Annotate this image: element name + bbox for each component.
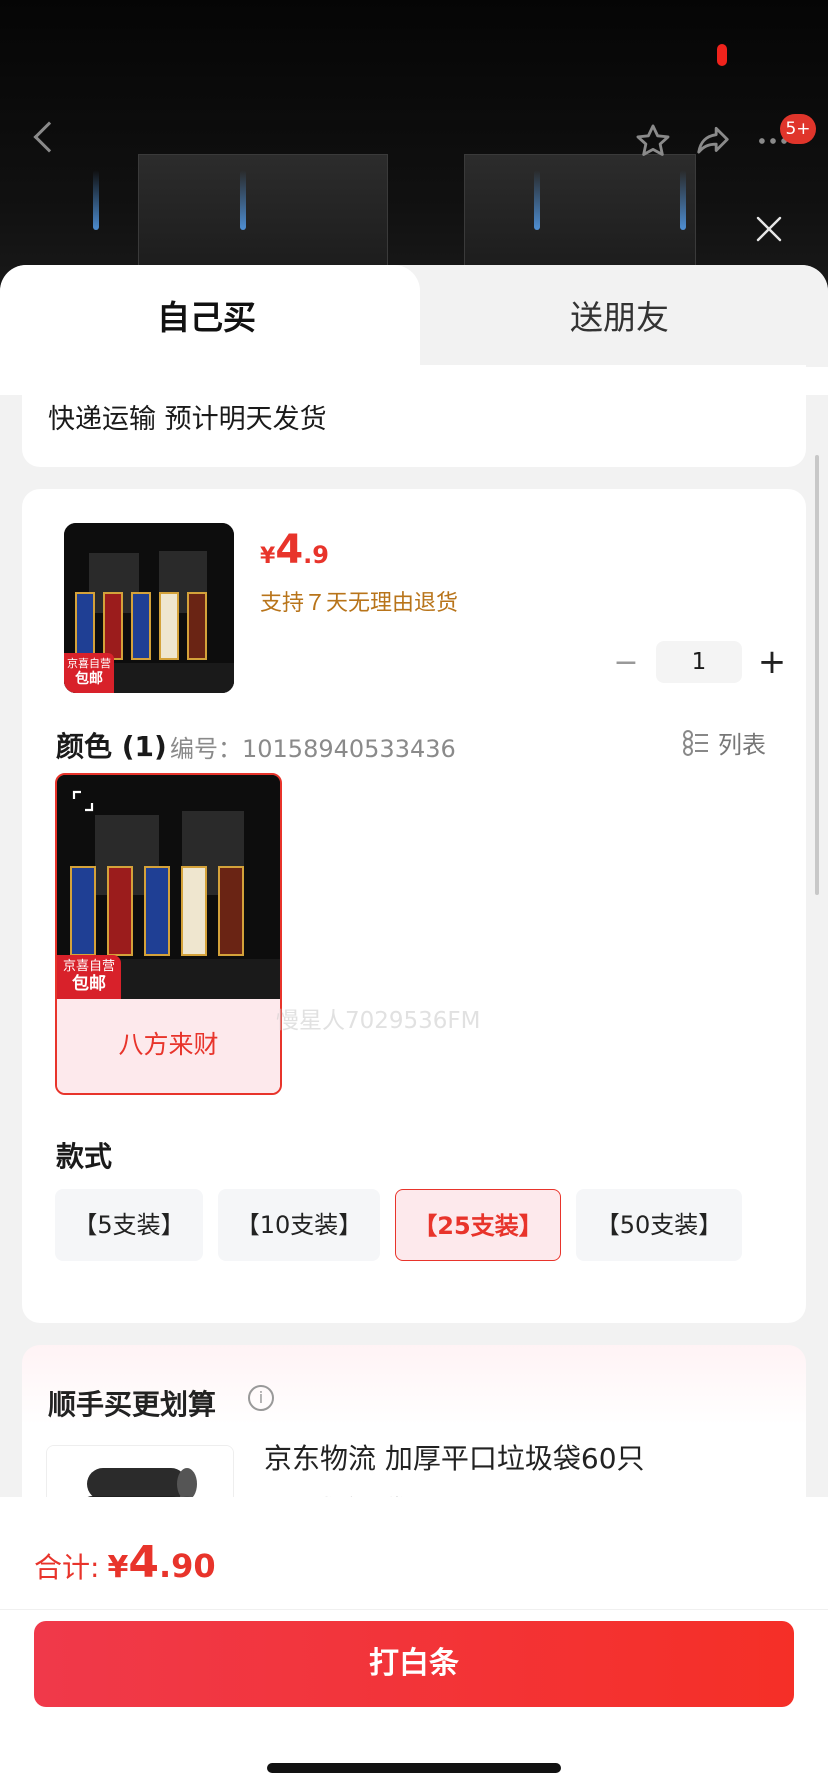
pay-with-baitiao-button[interactable]: 打白条 xyxy=(34,1621,794,1707)
tag-bottom-text: 包邮 xyxy=(75,671,103,687)
tag-top-text: 京喜自营 xyxy=(67,657,111,670)
quantity-stepper: − 1 + xyxy=(606,641,792,683)
price-currency: ¥ xyxy=(260,544,276,569)
product-card: 京喜自营 包邮 ¥4.9 支持７天无理由退货 − 1 + 颜色 (1) 编号：1… xyxy=(22,489,806,1323)
color-option-label: 八方来财 xyxy=(57,999,280,1093)
price-integer: 4 xyxy=(275,527,304,573)
watermark: 慢星人7029536FM xyxy=(276,1008,481,1034)
style-options: 【5支装】 【10支装】 【25支装】 【50支装】 xyxy=(55,1189,742,1261)
share-icon[interactable] xyxy=(694,122,732,160)
list-view-toggle[interactable]: 列表 xyxy=(682,725,766,760)
self-operated-tag: 京喜自营 包邮 xyxy=(57,955,121,999)
scrollbar[interactable] xyxy=(815,455,819,895)
tab-buy-self[interactable]: 自己买 xyxy=(0,265,420,375)
quantity-input[interactable]: 1 xyxy=(656,641,742,683)
total-currency: ¥ xyxy=(107,1550,129,1585)
product-thumbnail[interactable]: 京喜自营 包邮 xyxy=(64,523,234,693)
total-label: 合计: xyxy=(34,1551,100,1584)
close-icon[interactable] xyxy=(753,213,785,245)
color-option-image: 京喜自营 包邮 xyxy=(57,775,280,999)
price-decimal: .9 xyxy=(303,541,329,569)
total-integer: 4 xyxy=(128,1537,159,1588)
background-box xyxy=(138,154,388,274)
color-section-title: 颜色 (1) xyxy=(56,730,167,763)
home-indicator[interactable] xyxy=(267,1763,561,1773)
add-on-title: 顺手买更划算 xyxy=(48,1388,217,1421)
checkout-bar: 合计: ¥4.90 打白条 xyxy=(0,1497,828,1792)
divider xyxy=(0,1609,828,1610)
message-badge: 5+ xyxy=(780,114,816,144)
quantity-decrease-button[interactable]: − xyxy=(606,645,646,680)
flame-glow xyxy=(93,170,99,230)
tag-bottom-text: 包邮 xyxy=(72,974,106,994)
list-icon xyxy=(683,729,708,756)
style-option[interactable]: 【50支装】 xyxy=(576,1189,742,1261)
sku-number: 编号：10158940533436 xyxy=(170,735,456,763)
style-option[interactable]: 【5支装】 xyxy=(55,1189,203,1261)
return-policy: 支持７天无理由退货 xyxy=(260,591,459,616)
info-icon[interactable]: i xyxy=(248,1385,274,1411)
tab-label: 自己买 xyxy=(157,298,256,337)
color-option-selected[interactable]: 京喜自营 包邮 八方来财 xyxy=(55,773,282,1095)
total-price: 合计: ¥4.90 xyxy=(34,1537,216,1588)
style-section-title: 款式 xyxy=(56,1140,113,1173)
total-decimal: .90 xyxy=(158,1547,216,1585)
quantity-increase-button[interactable]: + xyxy=(752,642,792,682)
list-label: 列表 xyxy=(718,731,766,759)
tag-top-text: 京喜自营 xyxy=(62,959,115,974)
style-option-selected[interactable]: 【25支装】 xyxy=(395,1189,561,1261)
add-on-item-name[interactable]: 京东物流 加厚平口垃圾袋60只 xyxy=(264,1437,645,1477)
style-option[interactable]: 【10支装】 xyxy=(218,1189,380,1261)
product-price: ¥4.9 xyxy=(260,527,329,573)
recording-indicator xyxy=(717,44,727,66)
nav-actions xyxy=(634,122,792,160)
shipping-text: 快递运输 预计明天发货 xyxy=(48,404,327,435)
background-box xyxy=(464,154,696,274)
flame-glow xyxy=(534,170,540,230)
self-operated-tag: 京喜自营 包邮 xyxy=(64,653,114,693)
flame-glow xyxy=(680,170,686,230)
expand-icon[interactable] xyxy=(71,789,95,813)
tab-send-friend[interactable]: 送朋友 xyxy=(415,265,828,367)
shipping-card: 快递运输 预计明天发货 xyxy=(22,365,806,467)
tab-label: 送朋友 xyxy=(570,298,669,337)
star-icon[interactable] xyxy=(634,122,672,160)
flame-glow xyxy=(240,170,246,230)
